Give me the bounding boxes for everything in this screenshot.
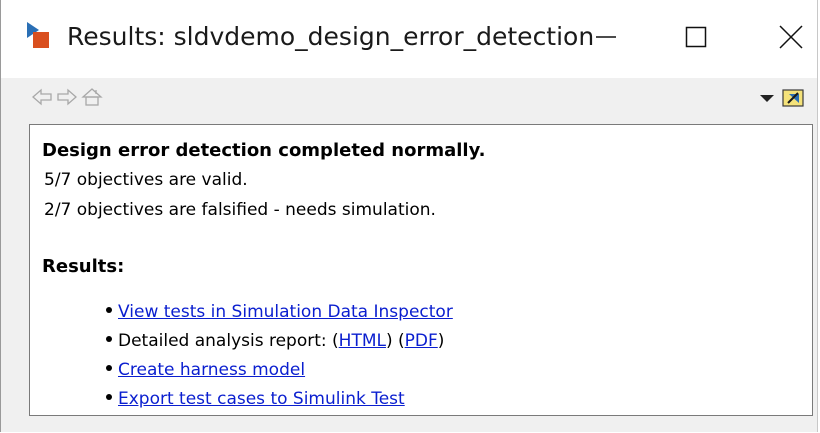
- window-title: Results: sldvdemo_design_error_detection: [67, 22, 595, 51]
- dock-icon[interactable]: [781, 86, 807, 110]
- back-arrow-icon[interactable]: [31, 84, 53, 110]
- list-item: Export test cases to Simulink Test: [106, 386, 453, 415]
- falsified-objectives-text: 2/7 objectives are falsified - needs sim…: [44, 200, 436, 220]
- results-heading: Results:: [42, 256, 125, 277]
- valid-objectives-text: 5/7 objectives are valid.: [44, 170, 248, 190]
- bullet-icon: [106, 307, 112, 313]
- close-button[interactable]: [736, 0, 820, 78]
- close-icon: [778, 24, 804, 54]
- dropdown-triangle-icon[interactable]: [758, 90, 776, 106]
- report-close-paren: ): [437, 331, 445, 351]
- title-bar[interactable]: Results: sldvdemo_design_error_detection: [1, 0, 817, 78]
- bullet-icon: [106, 365, 112, 371]
- toolbar: [1, 78, 817, 120]
- report-label: Detailed analysis report: (: [118, 331, 339, 351]
- maximize-icon: [684, 25, 708, 53]
- report-separator: ) (: [385, 331, 405, 351]
- list-item: View tests in Simulation Data Inspector: [106, 299, 453, 328]
- pdf-report-link[interactable]: PDF: [405, 331, 438, 351]
- bullet-icon: [106, 394, 112, 400]
- status-headline: Design error detection completed normall…: [42, 140, 486, 161]
- export-test-cases-link[interactable]: Export test cases to Simulink Test: [118, 389, 405, 409]
- forward-arrow-icon[interactable]: [56, 84, 78, 110]
- home-icon[interactable]: [81, 84, 103, 110]
- bullet-icon: [106, 336, 112, 342]
- list-item: Detailed analysis report: (HTML) (PDF): [106, 328, 453, 357]
- view-tests-link[interactable]: View tests in Simulation Data Inspector: [118, 302, 453, 322]
- list-item: Create harness model: [106, 357, 453, 386]
- minimize-icon: [594, 25, 618, 53]
- maximize-button[interactable]: [641, 0, 751, 78]
- simulink-app-icon: [23, 20, 53, 50]
- results-list: View tests in Simulation Data Inspector …: [106, 299, 453, 415]
- results-window: Results: sldvdemo_design_error_detection: [0, 0, 818, 432]
- create-harness-link[interactable]: Create harness model: [118, 360, 305, 380]
- results-panel: Design error detection completed normall…: [29, 124, 813, 416]
- html-report-link[interactable]: HTML: [339, 331, 386, 351]
